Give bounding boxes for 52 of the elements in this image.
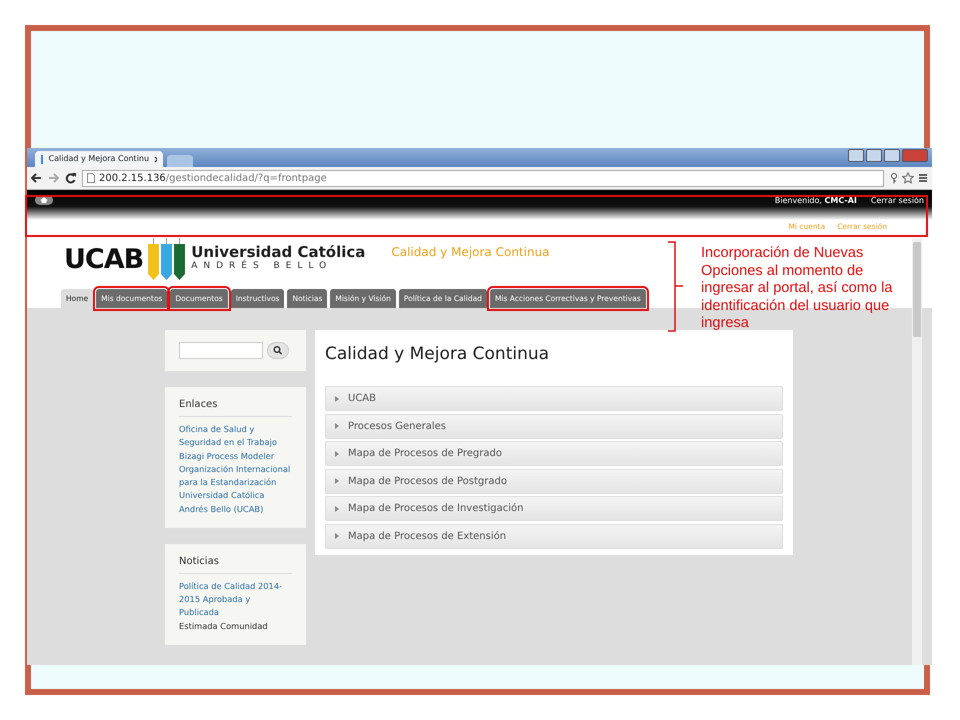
caret-icon [334,423,340,430]
address-field[interactable]: 200.2.15.136/gestiondecalidad/?q=frontpage [82,170,884,186]
user-icon[interactable] [848,149,864,162]
logo-banners-icon [147,238,188,280]
search-field[interactable] [179,342,263,359]
browser-tab[interactable]: Calidad y Mejora Continu [35,151,163,167]
sidebar-link[interactable]: Bizagi Process Modeler [179,450,292,463]
university-name: Universidad Católica [191,245,366,260]
sidebar-link[interactable]: Política de Calidad 2014-2015 Aprobada y Publicada [179,580,292,620]
accordion-label: UCAB [348,392,376,406]
scrollbar[interactable] [912,238,922,665]
caret-icon [334,450,340,457]
caret-icon [334,478,340,484]
block-title: Enlaces [179,399,292,417]
accordion-label: Mapa de Procesos de Investigación [348,502,524,516]
caret-icon [334,533,340,540]
university-subname: ANDRÉS BELLO [191,260,334,273]
accordion-label: Mapa de Procesos de Pregrado [348,447,502,462]
accordion-label: Mapa de Procesos de Postgrado [348,474,507,489]
reload-icon[interactable] [65,172,76,184]
logout-link[interactable]: Cerrar sesión [870,195,924,207]
minimize-icon[interactable] [866,149,882,162]
caret-icon [334,506,340,512]
key-icon[interactable] [890,172,898,184]
accordion-item[interactable]: Mapa de Procesos de Postgrado [325,468,783,494]
url-text: 200.2.15.136/gestiondecalidad/?q=frontpage [99,172,327,186]
back-icon[interactable] [31,173,42,183]
sidebar-link[interactable]: Organización Internacional para la Estandarización [179,462,292,490]
sidebar-link[interactable]: Oficina de Salud y Seguridad en el Trabajo [179,423,292,450]
accordion-item[interactable]: UCAB [325,386,783,412]
site-name: Calidad y Mejora Continua [391,244,550,262]
page-title: Calidad y Mejora Continua [325,344,550,364]
favicon-icon [41,154,44,164]
menu-icon[interactable] [918,173,928,183]
logo-text: UCAB [64,246,144,273]
sidebar-link[interactable]: Universidad Católica Andrés Bello (UCAB) [179,489,292,516]
tab-title: Calidad y Mejora Continu [48,153,150,165]
accordion-item[interactable]: Mapa de Procesos de Extensión [325,524,783,549]
accordion-item[interactable]: Procesos Generales [325,414,783,439]
annotation-text: Incorporación de Nuevas Opciones al momento de ingresar al portal, así como la identificación del usuario que ingresa [701,245,894,332]
accordion-item[interactable]: Mapa de Procesos de Investigación [325,496,783,522]
page-icon [87,173,95,183]
sidebar-text: Estimada Comunidad [179,620,269,633]
welcome-text: Bienvenido, CMC-AI [774,195,857,207]
block-title: Noticias [179,556,292,574]
restore-icon[interactable] [884,149,900,162]
caret-icon [334,396,340,402]
accordion-label: Mapa de Procesos de Extensión [348,530,506,544]
accordion-label: Procesos Generales [348,420,446,434]
accordion-item[interactable]: Mapa de Procesos de Pregrado [325,441,783,466]
search-icon[interactable] [267,342,289,359]
star-icon[interactable] [902,172,914,184]
